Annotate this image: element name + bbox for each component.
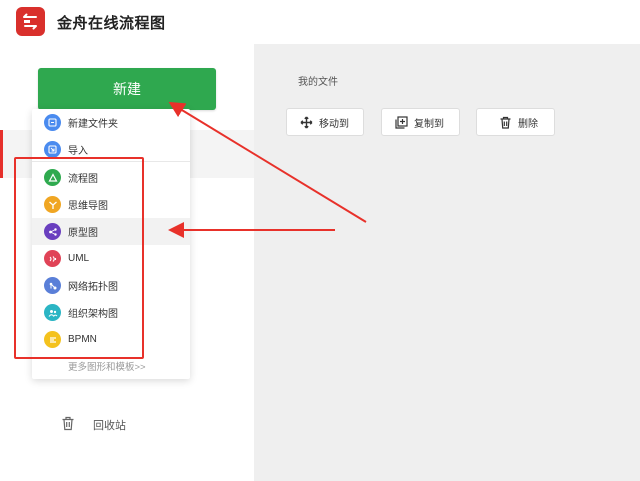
new-button[interactable]: 新建 xyxy=(38,68,216,110)
import-icon xyxy=(44,141,61,158)
sidebar-active-indicator xyxy=(0,130,3,178)
move-to-label: 移动到 xyxy=(319,118,349,130)
app-title: 金舟在线流程图 xyxy=(57,15,166,32)
copy-to-button[interactable]: 复制到 xyxy=(381,108,460,136)
delete-label: 删除 xyxy=(518,118,538,130)
menu-item-label: 新建文件夹 xyxy=(68,119,118,130)
breadcrumb[interactable]: 我的文件 xyxy=(298,73,338,88)
delete-button[interactable]: 删除 xyxy=(476,108,555,136)
copy-to-label: 复制到 xyxy=(414,118,444,130)
more-templates-link[interactable]: 更多图形和模板>> xyxy=(68,359,146,373)
menu-item-label: 导入 xyxy=(68,146,88,157)
recycle-bin-label[interactable]: 回收站 xyxy=(93,417,126,433)
trash-icon xyxy=(499,116,512,129)
move-icon xyxy=(300,116,313,129)
menu-item-new-folder[interactable]: 新建文件夹 xyxy=(32,109,190,136)
move-to-button[interactable]: 移动到 xyxy=(286,108,364,136)
trash-icon[interactable] xyxy=(61,416,75,431)
copy-icon xyxy=(395,115,408,129)
app-logo-icon[interactable] xyxy=(16,7,45,36)
top-header: 金舟在线流程图 xyxy=(0,0,640,44)
app-window: 金舟在线流程图 我的文件 移动到 复制到 删除 新建 新建文件夹 导入 流程图 … xyxy=(0,0,640,481)
annotation-highlight-box xyxy=(14,157,144,359)
new-folder-icon xyxy=(44,114,61,131)
